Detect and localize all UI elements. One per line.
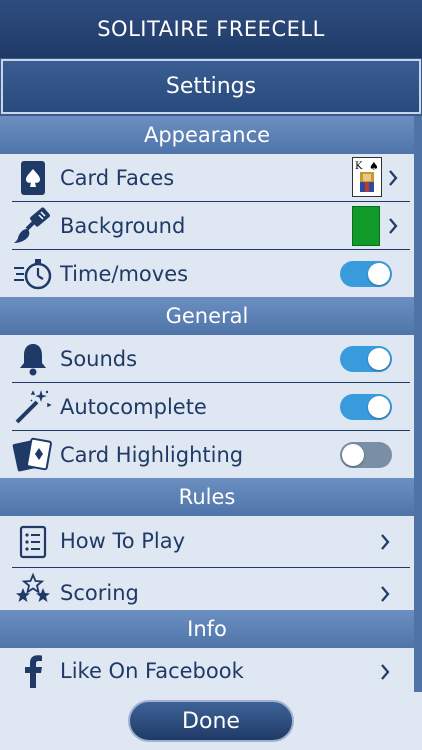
time-moves-label: Time/moves [60,262,189,286]
section-header-general: General [0,297,414,335]
like-on-facebook-label: Like On Facebook [60,659,244,683]
stopwatch-icon [12,254,54,294]
row-card-highlighting[interactable]: Card Highlighting [0,431,414,478]
autocomplete-toggle[interactable] [340,394,392,420]
bell-icon [12,339,54,379]
row-sounds[interactable]: Sounds [0,335,414,382]
toggle-knob [368,348,390,370]
app-title: SOLITAIRE FREECELL [0,0,422,58]
row-like-on-facebook[interactable]: Like On Facebook [0,648,414,692]
section-header-info: Info [0,610,414,648]
row-how-to-play[interactable]: How To Play [0,516,414,567]
chevron-right-icon [389,170,398,186]
row-card-faces[interactable]: Card Faces K ♠ [0,154,414,201]
chevron-right-icon [381,534,390,550]
list-icon [12,522,54,562]
done-button[interactable]: Done [128,700,294,742]
paintbrush-icon [12,206,54,246]
magic-wand-icon [12,387,54,427]
scoring-label: Scoring [60,581,139,605]
toggle-knob [368,263,390,285]
sounds-label: Sounds [60,347,138,371]
card-face-preview: K ♠ [352,157,382,197]
cards-icon [12,435,54,475]
row-background[interactable]: Background [0,202,414,249]
section-header-rules: Rules [0,478,414,516]
page-title: Settings [1,59,421,114]
settings-list[interactable]: Appearance Card Faces K ♠ Background Tim… [0,116,414,692]
row-scoring[interactable]: Scoring [0,568,414,610]
card-highlighting-label: Card Highlighting [60,443,244,467]
card-faces-label: Card Faces [60,166,175,190]
card-preview-suit: ♠ [369,160,379,173]
card-highlighting-toggle[interactable] [340,442,392,468]
autocomplete-label: Autocomplete [60,395,207,419]
footer: Done [0,692,422,750]
chevron-right-icon [381,586,390,602]
sounds-toggle[interactable] [340,346,392,372]
spade-card-icon [12,158,54,198]
stars-icon [12,570,54,610]
background-label: Background [60,214,186,238]
scrollbar[interactable] [414,116,422,692]
row-autocomplete[interactable]: Autocomplete [0,383,414,430]
facebook-icon [12,651,54,691]
card-preview-rank: K [355,161,363,172]
toggle-knob [342,444,364,466]
chevron-right-icon [389,218,398,234]
chevron-right-icon [381,664,390,680]
row-time-moves[interactable]: Time/moves [0,250,414,297]
background-color-preview [352,206,380,246]
toggle-knob [368,396,390,418]
how-to-play-label: How To Play [60,529,186,553]
time-moves-toggle[interactable] [340,261,392,287]
section-header-appearance: Appearance [0,116,414,154]
